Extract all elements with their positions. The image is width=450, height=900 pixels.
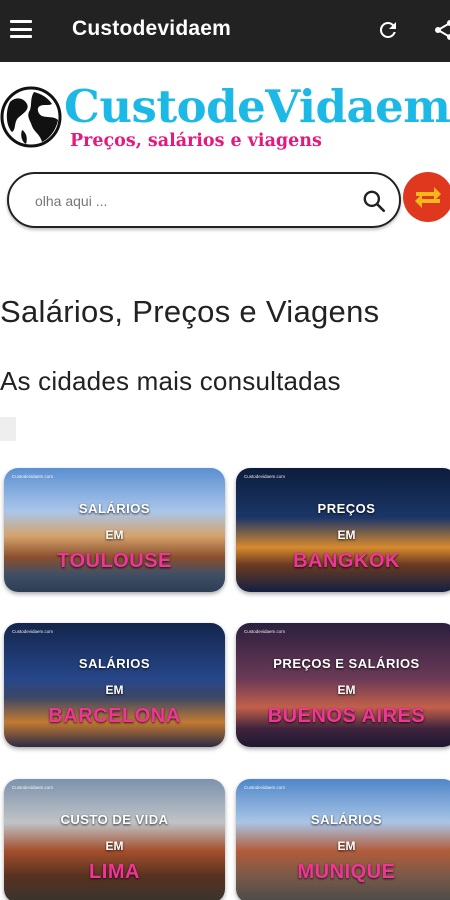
city-card-lima[interactable]: Custodevidaem.com CUSTO DE VIDA EM LIMA xyxy=(4,779,225,900)
city-card-bangkok[interactable]: Custodevidaem.com PREÇOS EM BANGKOK xyxy=(236,468,450,592)
refresh-icon[interactable] xyxy=(376,18,400,42)
card-city: BUENOS AIRES xyxy=(267,705,426,727)
logo-subtitle: Preços, salários e viagens xyxy=(70,131,322,151)
card-connector: EM xyxy=(105,528,124,542)
card-city: LIMA xyxy=(89,861,140,883)
globe-icon xyxy=(0,86,62,148)
card-watermark: Custodevidaem.com xyxy=(244,785,286,790)
app-title: Custodevidaem xyxy=(72,17,231,40)
card-watermark: Custodevidaem.com xyxy=(12,629,54,634)
card-connector: EM xyxy=(337,683,356,697)
card-city: BANGKOK xyxy=(293,550,400,572)
section-heading: As cidades mais consultadas xyxy=(0,366,341,396)
page-title: Salários, Preços e Viagens xyxy=(0,294,380,329)
card-topic: PREÇOS xyxy=(317,501,376,516)
city-card-munique[interactable]: Custodevidaem.com SALÁRIOS EM MUNIQUE xyxy=(236,779,450,900)
card-topic: SALÁRIOS xyxy=(310,812,383,827)
swap-button[interactable] xyxy=(403,172,450,222)
placeholder-chip xyxy=(0,417,16,441)
site-logo[interactable]: CustodeVidaem Preços, salários e viagens xyxy=(0,80,450,154)
card-watermark: Custodevidaem.com xyxy=(12,474,54,479)
hamburger-menu-icon[interactable] xyxy=(10,20,32,38)
share-icon[interactable] xyxy=(432,18,450,42)
card-city: TOULOUSE xyxy=(57,550,172,572)
city-card-barcelona[interactable]: Custodevidaem.com SALÁRIOS EM BARCELONA xyxy=(4,623,225,747)
card-connector: EM xyxy=(337,528,356,542)
card-watermark: Custodevidaem.com xyxy=(244,474,286,479)
card-watermark: Custodevidaem.com xyxy=(244,629,286,634)
search-bar xyxy=(7,172,401,228)
app-bar: Custodevidaem xyxy=(0,0,450,62)
card-city: BARCELONA xyxy=(48,705,181,727)
search-icon[interactable] xyxy=(361,188,387,214)
search-input[interactable] xyxy=(35,190,335,212)
card-topic: CUSTO DE VIDA xyxy=(60,812,169,827)
card-watermark: Custodevidaem.com xyxy=(12,785,54,790)
card-connector: EM xyxy=(105,839,124,853)
card-connector: EM xyxy=(105,683,124,697)
swap-arrows-icon xyxy=(415,187,441,208)
card-topic: PREÇOS E SALÁRIOS xyxy=(273,656,420,671)
card-topic: SALÁRIOS xyxy=(78,501,151,516)
card-city: MUNIQUE xyxy=(297,861,396,883)
city-card-buenos-aires[interactable]: Custodevidaem.com PREÇOS E SALÁRIOS EM B… xyxy=(236,623,450,747)
city-card-toulouse[interactable]: Custodevidaem.com SALÁRIOS EM TOULOUSE xyxy=(4,468,225,592)
logo-title: CustodeVidaem xyxy=(64,80,450,133)
card-connector: EM xyxy=(337,839,356,853)
card-topic: SALÁRIOS xyxy=(78,656,151,671)
